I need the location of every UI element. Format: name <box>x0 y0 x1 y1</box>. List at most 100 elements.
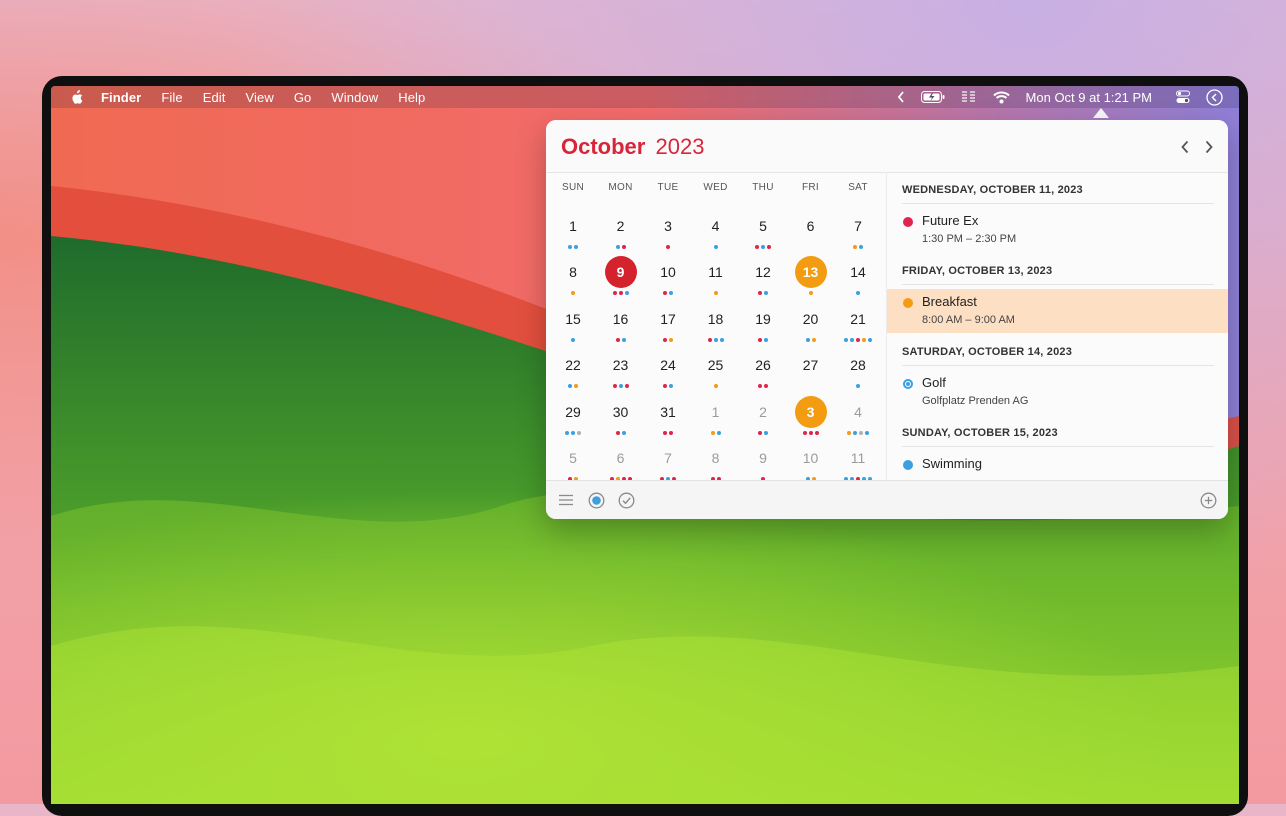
day-cell[interactable]: 27 <box>787 341 835 387</box>
day-cell[interactable]: 7 <box>834 202 882 249</box>
day-number: 2 <box>759 403 767 420</box>
menu-file[interactable]: File <box>161 90 182 105</box>
day-cell[interactable]: 12 <box>739 248 787 296</box>
siri-icon[interactable] <box>1206 88 1223 106</box>
day-number: 3 <box>794 395 827 428</box>
day-number: 4 <box>854 403 862 420</box>
day-cell[interactable]: 4 <box>692 202 740 249</box>
day-cell[interactable]: 7 <box>644 434 692 481</box>
day-cell[interactable]: 2 <box>739 388 787 435</box>
day-number: 19 <box>755 310 771 327</box>
menu-view[interactable]: View <box>246 90 274 105</box>
day-cell[interactable]: 8 <box>549 248 597 296</box>
day-cell[interactable]: 10 <box>787 434 835 481</box>
calendar-popover: October 2023 SUN MON TUE WED THU FRI SAT 12345… <box>546 120 1228 519</box>
menu-go[interactable]: Go <box>294 90 312 105</box>
day-cell[interactable]: 11 <box>834 434 882 481</box>
day-cell[interactable]: 15 <box>549 295 597 342</box>
day-number: 31 <box>660 403 676 420</box>
weekday-label: MON <box>608 182 633 193</box>
day-cell[interactable]: 19 <box>739 295 787 342</box>
day-cell[interactable]: 29 <box>549 388 597 435</box>
day-number: 25 <box>707 357 724 374</box>
day-cell[interactable]: 31 <box>644 388 692 435</box>
chevron-left-icon[interactable] <box>897 91 905 103</box>
list-icon[interactable] <box>557 491 575 509</box>
day-cell[interactable]: 25 <box>692 341 740 389</box>
day-cell[interactable]: 26 <box>739 341 787 389</box>
calendar-dot-icon[interactable] <box>587 491 605 509</box>
day-number: 1 <box>711 403 720 420</box>
day-number: 17 <box>660 310 676 327</box>
day-number: 10 <box>660 264 676 281</box>
day-cell[interactable]: 11 <box>692 248 740 296</box>
menu-bar-clock[interactable]: Mon Oct 9 at 1:21 PM <box>1026 90 1152 105</box>
weekday-header: SUN MON TUE WED THU FRI SAT <box>546 182 886 196</box>
event-date-header: SATURDAY, OCTOBER 14, 2023 <box>902 346 1214 366</box>
next-month-button[interactable] <box>1200 138 1218 156</box>
event-item[interactable]: Breakfast 8:00 AM – 9:00 AM <box>887 289 1228 333</box>
month-grid: SUN MON TUE WED THU FRI SAT 1 2 3 4 5 6 7 8 9 10 11 12 13 1… <box>546 172 886 481</box>
day-number: 10 <box>802 450 819 466</box>
audio-meter-icon[interactable] <box>961 90 977 104</box>
event-date-header: WEDNESDAY, OCTOBER 11, 2023 <box>902 184 1214 204</box>
event-subtitle: 1:30 PM – 2:30 PM <box>922 233 1017 245</box>
day-cell[interactable]: 24 <box>644 341 692 389</box>
event-color-dot <box>903 379 913 389</box>
event-item[interactable]: Swimming <box>887 451 1228 480</box>
event-color-dot <box>903 460 913 470</box>
menu-window[interactable]: Window <box>331 90 378 105</box>
day-cell[interactable]: 16 <box>597 295 645 342</box>
popover-footer <box>546 480 1228 519</box>
day-cell-selected[interactable]: 13 <box>787 248 835 296</box>
popover-caret <box>1093 108 1109 118</box>
event-title: Swimming <box>922 456 982 471</box>
checkmark-circle-icon[interactable] <box>617 491 635 509</box>
day-cell[interactable]: 17 <box>644 295 692 342</box>
day-cell-selected[interactable]: 3 <box>787 388 835 435</box>
wifi-icon[interactable] <box>992 91 1010 104</box>
event-item[interactable]: Future Ex 1:30 PM – 2:30 PM <box>887 208 1228 252</box>
event-date-header: SUNDAY, OCTOBER 15, 2023 <box>902 427 1214 447</box>
weekday-label: WED <box>703 182 728 193</box>
day-cell[interactable]: 18 <box>692 295 740 342</box>
day-cell[interactable]: 5 <box>549 434 597 481</box>
menu-finder[interactable]: Finder <box>101 90 141 105</box>
menu-edit[interactable]: Edit <box>203 90 226 105</box>
apple-logo-icon[interactable] <box>69 89 83 105</box>
day-cell[interactable]: 28 <box>834 341 882 389</box>
event-item[interactable]: Golf Golfplatz Prenden AG <box>887 370 1228 414</box>
day-cell[interactable]: 1 <box>549 202 597 249</box>
previous-month-button[interactable] <box>1176 138 1194 156</box>
day-cell[interactable]: 2 <box>597 202 645 249</box>
day-cell[interactable]: 9 <box>739 434 787 481</box>
event-title: Future Ex <box>922 213 979 228</box>
day-cell[interactable]: 6 <box>597 434 645 481</box>
day-cell[interactable]: 22 <box>549 341 597 389</box>
add-icon[interactable] <box>1199 491 1217 509</box>
day-number: 6 <box>616 450 625 466</box>
day-cell[interactable]: 30 <box>597 388 645 435</box>
day-number: 29 <box>565 403 581 420</box>
day-cell[interactable]: 10 <box>644 248 692 296</box>
weekday-label: SUN <box>561 182 584 193</box>
day-cell[interactable]: 23 <box>597 341 645 389</box>
day-cell[interactable]: 8 <box>692 434 740 481</box>
event-color-dot <box>903 217 913 227</box>
control-center-icon[interactable] <box>1176 90 1190 104</box>
event-list: WEDNESDAY, OCTOBER 11, 2023 Future Ex 1:30… <box>887 172 1228 480</box>
day-cell[interactable]: 3 <box>644 202 692 249</box>
menu-help[interactable]: Help <box>398 90 425 105</box>
day-cell[interactable]: 5 <box>739 202 787 249</box>
day-number: 9 <box>759 450 767 466</box>
day-cell[interactable]: 21 <box>834 295 882 342</box>
day-number: 22 <box>565 357 581 374</box>
day-cell[interactable]: 1 <box>692 388 740 435</box>
day-cell[interactable]: 20 <box>787 295 835 342</box>
day-cell-today[interactable]: 9 <box>597 248 645 296</box>
day-cell[interactable]: 14 <box>834 248 882 296</box>
day-number: 21 <box>850 310 866 327</box>
day-cell[interactable]: 4 <box>834 388 882 435</box>
day-cell[interactable]: 6 <box>787 202 835 248</box>
battery-charging-icon[interactable] <box>920 91 945 103</box>
